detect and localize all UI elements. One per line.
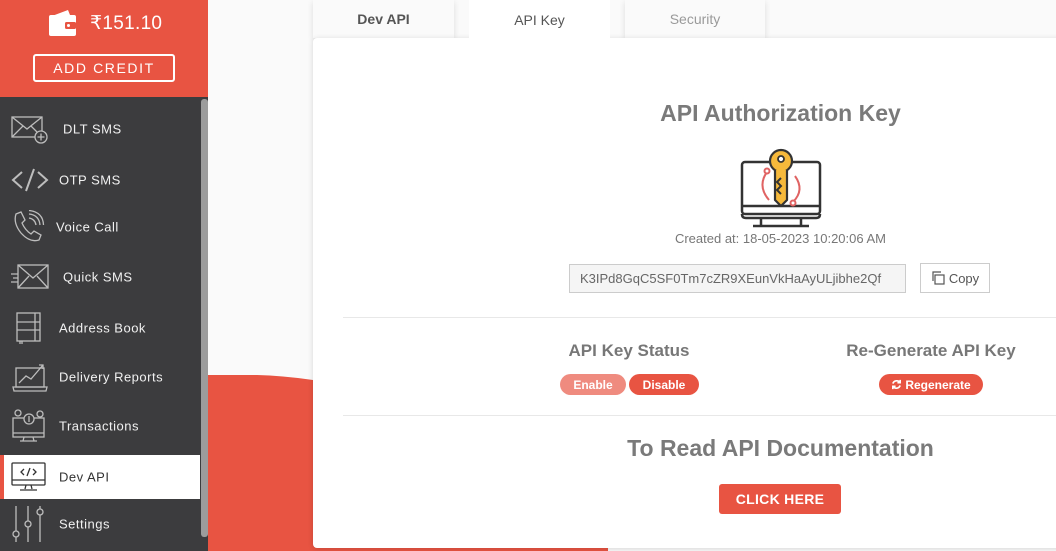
api-key-card: API Authorization Key Created at: 18-05-… [313, 38, 1056, 548]
sidebar-item-label: Settings [59, 516, 110, 532]
sidebar-item-label: Transactions [59, 418, 139, 434]
tab-api-key[interactable]: API Key [469, 0, 610, 40]
sidebar-item-otp-sms[interactable]: OTP SMS [0, 158, 200, 202]
page-title: API Authorization Key [660, 100, 901, 126]
envelope-plus-icon [11, 116, 48, 144]
sliders-icon [12, 506, 44, 542]
sidebar-item-transactions[interactable]: Transactions [0, 404, 200, 448]
api-key-field[interactable] [569, 264, 906, 293]
sidebar-item-label: Address Book [59, 320, 146, 336]
api-key-status-title: API Key Status [568, 341, 690, 360]
wallet-panel: ₹151.10 ADD CREDIT [0, 0, 208, 97]
regenerate-button[interactable]: Regenerate [879, 374, 983, 395]
copy-icon [932, 271, 945, 285]
phone-ringing-icon [14, 210, 45, 242]
sidebar-item-settings[interactable]: Settings [0, 502, 200, 546]
divider [343, 415, 1056, 416]
copy-button[interactable]: Copy [920, 263, 990, 293]
divider [343, 317, 1056, 318]
enable-button[interactable]: Enable [560, 374, 626, 395]
sidebar-item-dev-api[interactable]: Dev API [0, 455, 200, 499]
sidebar-item-label: OTP SMS [59, 172, 121, 188]
tab-security[interactable]: Security [625, 0, 765, 38]
sidebar-item-label: DLT SMS [63, 121, 122, 137]
sidebar-item-label: Delivery Reports [59, 369, 164, 385]
tab-dev-api[interactable]: Dev API [313, 0, 454, 38]
monitor-coins-icon [12, 409, 45, 442]
sidebar-item-label: Quick SMS [63, 269, 133, 285]
refresh-icon [892, 379, 902, 390]
sidebar-item-voice-call[interactable]: Voice Call [0, 205, 200, 249]
add-credit-button[interactable]: ADD CREDIT [33, 54, 175, 82]
app: ₹151.10 ADD CREDIT DLT SMS OTP SMS Voice… [0, 0, 1056, 551]
disable-button[interactable]: Disable [629, 374, 699, 395]
fast-envelope-icon [11, 264, 49, 289]
documentation-title: To Read API Documentation [627, 435, 934, 461]
copy-label: Copy [948, 270, 980, 286]
balance-row: ₹151.10 [48, 9, 162, 37]
documentation-button[interactable]: CLICK HERE [719, 484, 841, 514]
monitor-code-icon [11, 462, 46, 491]
created-at: Created at: 18-05-2023 10:20:06 AM [674, 231, 887, 246]
notebook-icon [16, 312, 41, 344]
balance-amount: ₹151.10 [90, 12, 163, 34]
sidebar-item-dlt-sms[interactable]: DLT SMS [0, 107, 200, 151]
sidebar-item-label: Voice Call [56, 219, 119, 235]
scrollbar-thumb[interactable] [201, 99, 208, 537]
sidebar-item-delivery-reports[interactable]: Delivery Reports [0, 355, 200, 399]
regenerate-title: Re-Generate API Key [846, 341, 1016, 360]
wallet-icon [49, 10, 76, 36]
sidebar-scrollbar[interactable] [201, 97, 208, 551]
laptop-chart-icon [12, 364, 48, 392]
sidebar-item-quick-sms[interactable]: Quick SMS [0, 255, 200, 299]
monitor-key-icon [740, 148, 822, 228]
regenerate-label: Regenerate [905, 377, 971, 392]
sidebar-item-address-book[interactable]: Address Book [0, 306, 200, 350]
sidebar-item-label: Dev API [59, 469, 110, 485]
sidebar: ₹151.10 ADD CREDIT DLT SMS OTP SMS Voice… [0, 0, 208, 551]
code-icon [11, 168, 49, 192]
